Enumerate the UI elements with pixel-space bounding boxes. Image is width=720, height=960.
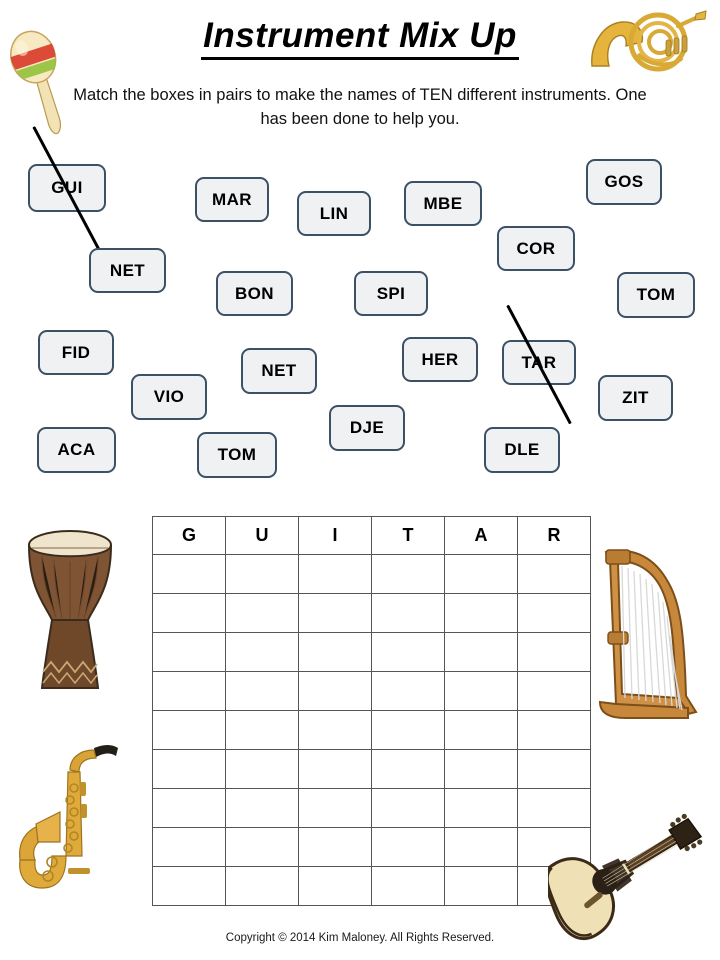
grid-cell-r3-c6[interactable]	[517, 632, 591, 672]
answer-grid[interactable]: GUITAR	[152, 516, 591, 906]
instructions-text: Match the boxes in pairs to make the nam…	[73, 86, 647, 128]
acoustic-guitar-image	[544, 806, 716, 948]
grid-cell-r7-c5[interactable]	[444, 788, 518, 828]
grid-header-cell-5: R	[517, 516, 591, 555]
word-box-vio-15[interactable]: VIO	[131, 374, 207, 420]
grid-cell-r5-c2[interactable]	[225, 710, 299, 750]
word-box-lin-2[interactable]: LIN	[297, 191, 371, 236]
grid-cell-r2-c5[interactable]	[444, 593, 518, 633]
grid-row	[152, 749, 591, 789]
grid-cell-r1-c6[interactable]	[517, 554, 591, 594]
grid-cell-r9-c3[interactable]	[298, 866, 372, 906]
harp-image	[592, 536, 708, 726]
grid-cell-r1-c2[interactable]	[225, 554, 299, 594]
copyright-text: Copyright © 2014 Kim Maloney. All Rights…	[225, 932, 495, 944]
grid-cell-r3-c2[interactable]	[225, 632, 299, 672]
grid-cell-r6-c2[interactable]	[225, 749, 299, 789]
grid-cell-r3-c5[interactable]	[444, 632, 518, 672]
grid-cell-r5-c3[interactable]	[298, 710, 372, 750]
grid-cell-r1-c1[interactable]	[152, 554, 226, 594]
grid-cell-r4-c3[interactable]	[298, 671, 372, 711]
grid-row	[152, 632, 591, 672]
word-box-tom-9[interactable]: TOM	[617, 272, 695, 318]
page-title-text: Instrument Mix Up	[201, 17, 519, 60]
grid-cell-r7-c1[interactable]	[152, 788, 226, 828]
word-box-dle-17[interactable]: DLE	[484, 427, 560, 473]
saxophone-image	[8, 726, 128, 906]
word-box-tom-19[interactable]: TOM	[197, 432, 277, 478]
word-box-her-12[interactable]: HER	[402, 337, 478, 382]
grid-cell-r6-c4[interactable]	[371, 749, 445, 789]
grid-cell-r3-c4[interactable]	[371, 632, 445, 672]
grid-cell-r4-c2[interactable]	[225, 671, 299, 711]
grid-cell-r7-c4[interactable]	[371, 788, 445, 828]
word-box-net-6[interactable]: NET	[89, 248, 166, 293]
grid-row	[152, 866, 591, 906]
word-box-dje-16[interactable]: DJE	[329, 405, 405, 451]
grid-cell-r4-c4[interactable]	[371, 671, 445, 711]
grid-cell-r9-c2[interactable]	[225, 866, 299, 906]
french-horn-image	[586, 6, 712, 78]
word-box-bon-7[interactable]: BON	[216, 271, 293, 316]
grid-row	[152, 593, 591, 633]
grid-cell-r9-c1[interactable]	[152, 866, 226, 906]
grid-row	[152, 671, 591, 711]
grid-cell-r8-c2[interactable]	[225, 827, 299, 867]
grid-cell-r5-c1[interactable]	[152, 710, 226, 750]
word-box-mbe-3[interactable]: MBE	[404, 181, 482, 226]
word-box-fid-10[interactable]: FID	[38, 330, 114, 375]
grid-cell-r8-c3[interactable]	[298, 827, 372, 867]
grid-cell-r2-c3[interactable]	[298, 593, 372, 633]
grid-cell-r2-c6[interactable]	[517, 593, 591, 633]
grid-cell-r6-c6[interactable]	[517, 749, 591, 789]
grid-cell-r2-c4[interactable]	[371, 593, 445, 633]
grid-cell-r4-c1[interactable]	[152, 671, 226, 711]
word-box-mar-1[interactable]: MAR	[195, 177, 269, 222]
grid-cell-r1-c4[interactable]	[371, 554, 445, 594]
grid-cell-r3-c3[interactable]	[298, 632, 372, 672]
grid-header-cell-0: G	[152, 516, 226, 555]
grid-cell-r8-c5[interactable]	[444, 827, 518, 867]
grid-header-cell-4: A	[444, 516, 518, 555]
word-box-spi-8[interactable]: SPI	[354, 271, 428, 316]
grid-row	[152, 710, 591, 750]
djembe-drum-image	[14, 520, 126, 700]
grid-header-cell-2: I	[298, 516, 372, 555]
grid-cell-r7-c2[interactable]	[225, 788, 299, 828]
grid-cell-r9-c4[interactable]	[371, 866, 445, 906]
grid-header-cell-3: T	[371, 516, 445, 555]
grid-row	[152, 827, 591, 867]
grid-row	[152, 554, 591, 594]
grid-cell-r5-c6[interactable]	[517, 710, 591, 750]
word-box-gos-4[interactable]: GOS	[586, 159, 662, 205]
grid-cell-r1-c3[interactable]	[298, 554, 372, 594]
grid-cell-r2-c2[interactable]	[225, 593, 299, 633]
grid-cell-r8-c1[interactable]	[152, 827, 226, 867]
grid-row	[152, 788, 591, 828]
grid-cell-r6-c1[interactable]	[152, 749, 226, 789]
word-box-net-11[interactable]: NET	[241, 348, 317, 394]
grid-header-cell-1: U	[225, 516, 299, 555]
grid-cell-r5-c5[interactable]	[444, 710, 518, 750]
word-box-cor-5[interactable]: COR	[497, 226, 575, 271]
grid-cell-r8-c4[interactable]	[371, 827, 445, 867]
grid-cell-r6-c5[interactable]	[444, 749, 518, 789]
grid-cell-r4-c6[interactable]	[517, 671, 591, 711]
worksheet-page: Instrument Mix Up Match the boxes in pai…	[0, 0, 720, 960]
grid-cell-r9-c5[interactable]	[444, 866, 518, 906]
word-box-zit-14[interactable]: ZIT	[598, 375, 673, 421]
grid-cell-r2-c1[interactable]	[152, 593, 226, 633]
grid-cell-r3-c1[interactable]	[152, 632, 226, 672]
grid-cell-r4-c5[interactable]	[444, 671, 518, 711]
word-box-aca-18[interactable]: ACA	[37, 427, 116, 473]
grid-cell-r5-c4[interactable]	[371, 710, 445, 750]
grid-header-row: GUITAR	[152, 516, 591, 555]
grid-cell-r7-c3[interactable]	[298, 788, 372, 828]
maraca-image	[2, 18, 78, 138]
grid-cell-r6-c3[interactable]	[298, 749, 372, 789]
grid-cell-r1-c5[interactable]	[444, 554, 518, 594]
